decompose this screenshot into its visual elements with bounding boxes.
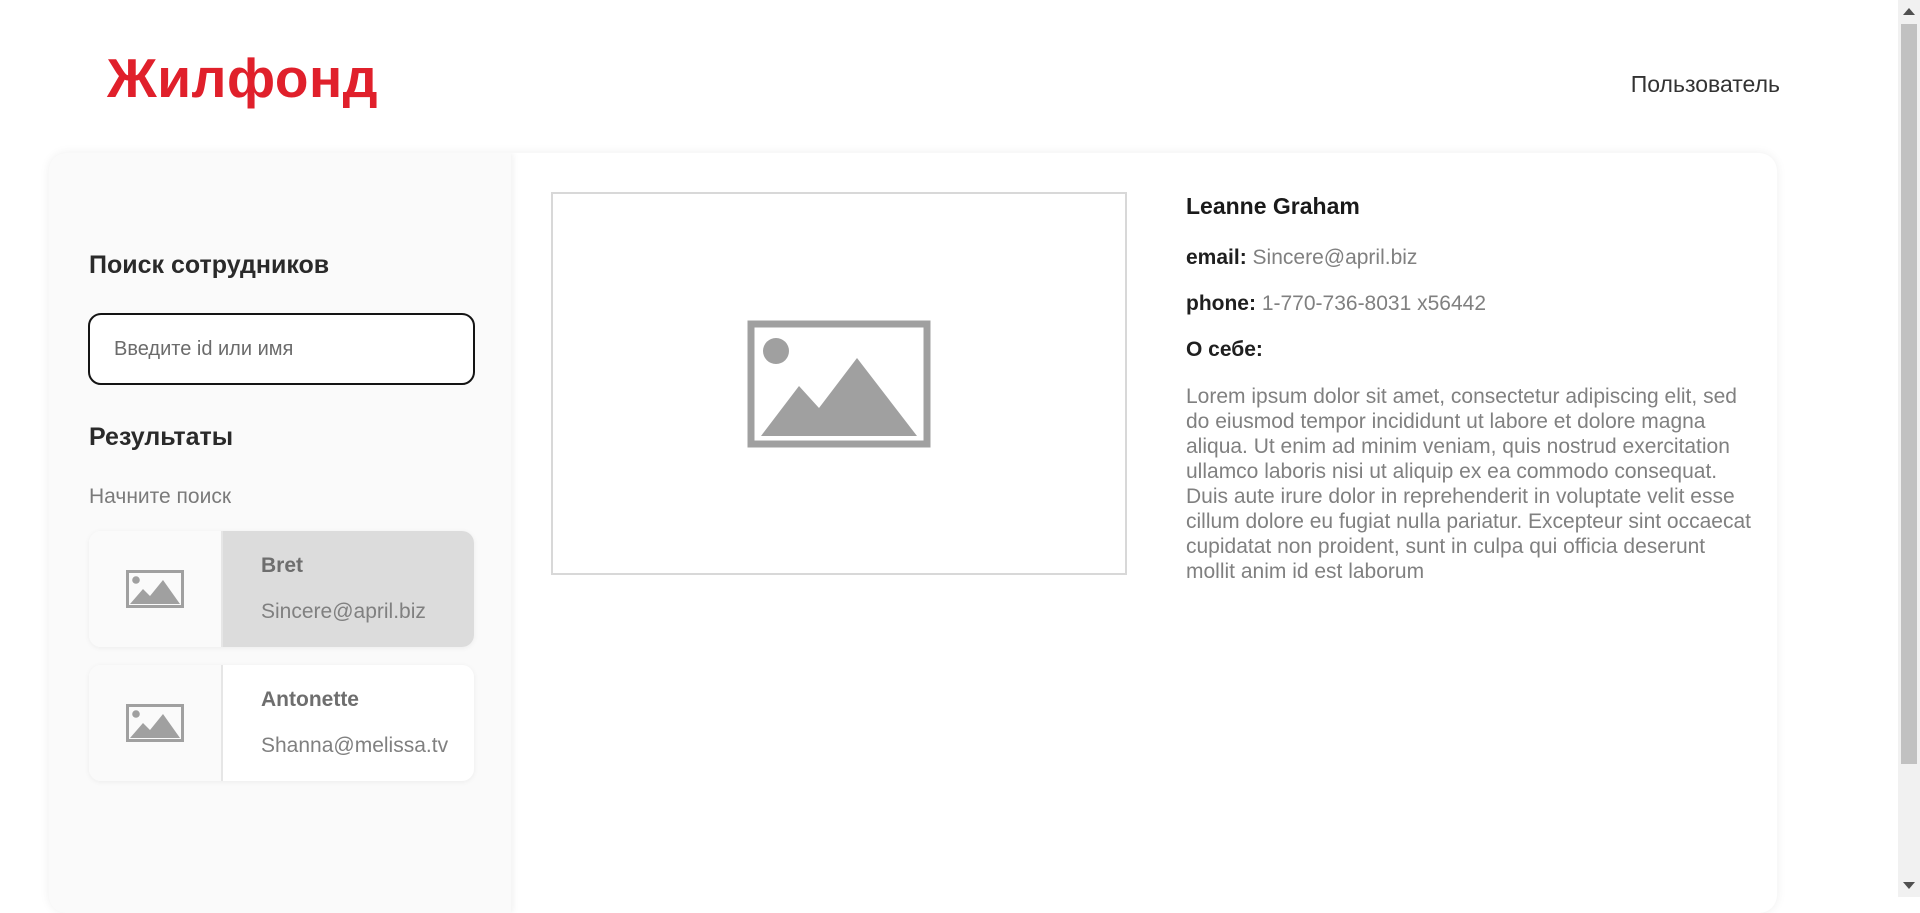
- profile-photo: [551, 192, 1127, 575]
- image-placeholder-icon: [126, 704, 184, 742]
- main-card: Поиск сотрудников Результаты Начните пои…: [49, 153, 1777, 913]
- search-input[interactable]: [88, 313, 475, 385]
- profile-name: Leanne Graham: [1186, 193, 1360, 219]
- result-info: Antonette Shanna@melissa.tv: [223, 665, 474, 781]
- profile-email-row: email: Sincere@april.biz: [1186, 246, 1756, 270]
- result-thumbnail: [89, 531, 223, 647]
- scrollbar-thumb[interactable]: [1901, 24, 1917, 764]
- result-name: Bret: [261, 554, 304, 577]
- result-info: Bret Sincere@april.biz: [223, 531, 474, 647]
- profile-email: Sincere@april.biz: [1252, 246, 1418, 269]
- result-name: Antonette: [261, 688, 359, 711]
- user-menu-link[interactable]: Пользователь: [1631, 71, 1780, 98]
- result-thumbnail: [89, 665, 223, 781]
- profile-details: Leanne Graham email: Sincere@april.biz p…: [1186, 193, 1756, 584]
- logo[interactable]: Жилфонд: [107, 46, 378, 110]
- result-item-antonette[interactable]: Antonette Shanna@melissa.tv: [89, 665, 474, 781]
- result-item-bret[interactable]: Bret Sincere@april.biz: [89, 531, 474, 647]
- phone-label: phone:: [1186, 292, 1256, 315]
- image-placeholder-icon: [126, 570, 184, 608]
- result-email: Shanna@melissa.tv: [261, 734, 449, 757]
- profile-phone: 1-770-736-8031 x56442: [1261, 292, 1487, 315]
- email-label: email:: [1186, 246, 1247, 269]
- about-label: О себе:: [1186, 338, 1263, 361]
- scroll-up-arrow-icon[interactable]: [1903, 8, 1915, 15]
- results-list: Bret Sincere@april.biz Antonette Shanna@…: [89, 531, 474, 799]
- profile-about: Lorem ipsum dolor sit amet, consectetur …: [1186, 385, 1751, 583]
- search-hint: Начните поиск: [89, 485, 232, 508]
- image-placeholder-icon: [747, 320, 931, 447]
- result-email: Sincere@april.biz: [261, 600, 426, 623]
- page-scrollbar[interactable]: [1898, 0, 1920, 897]
- search-sidebar: Поиск сотрудников Результаты Начните пои…: [49, 153, 511, 913]
- scroll-down-arrow-icon[interactable]: [1903, 882, 1915, 889]
- search-title: Поиск сотрудников: [89, 251, 330, 279]
- profile-phone-row: phone: 1-770-736-8031 x56442: [1186, 292, 1756, 316]
- results-title: Результаты: [89, 423, 234, 451]
